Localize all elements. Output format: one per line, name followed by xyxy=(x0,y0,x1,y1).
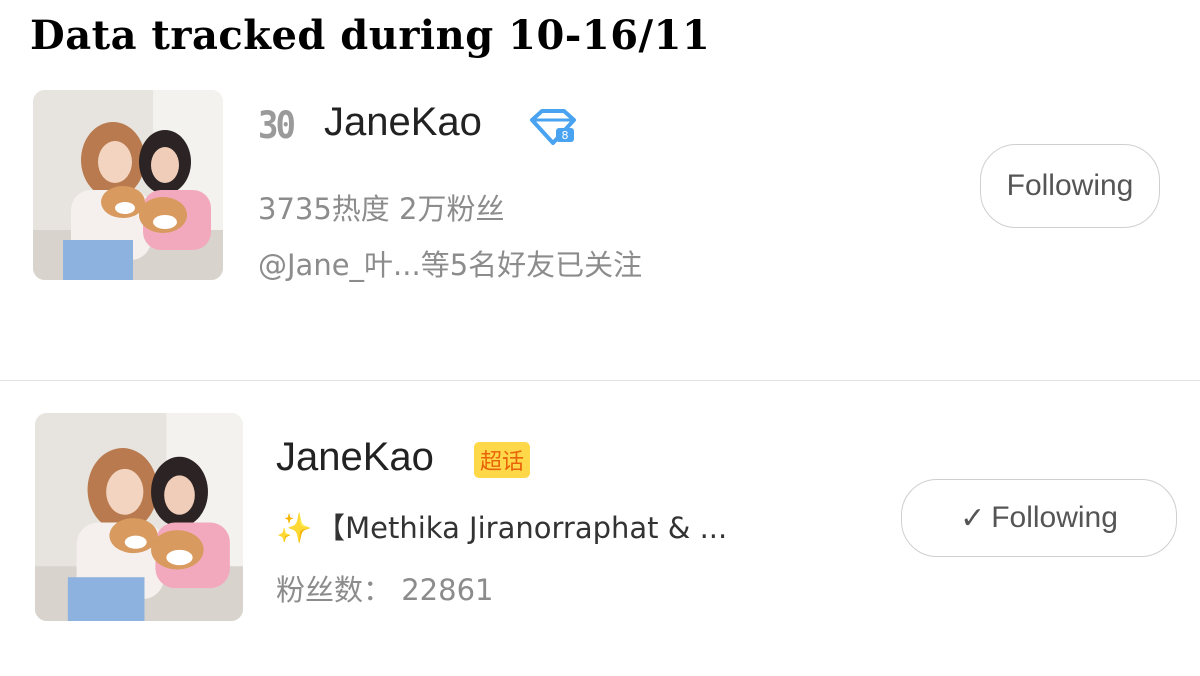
rank-number: 30 xyxy=(258,104,296,148)
supertopic-name[interactable]: JaneKao xyxy=(276,435,434,480)
profile-card-user[interactable]: 30 JaneKao 8 3735热度 2万粉丝 @Jane_叶...等5名好友… xyxy=(0,80,1200,380)
heat-followers-stats: 3735热度 2万粉丝 xyxy=(258,192,505,226)
following-button-label: Following xyxy=(991,501,1118,534)
following-button-label: Following xyxy=(1006,169,1134,202)
description-text: 【Methika Jiranorraphat & ... xyxy=(316,511,728,545)
diamond-vip-icon: 8 xyxy=(530,109,576,145)
profile-card-supertopic[interactable]: JaneKao 超话 ✨ 【Methika Jiranorraphat & ...… xyxy=(0,380,1200,676)
avatar[interactable] xyxy=(35,413,243,621)
profile-name[interactable]: JaneKao xyxy=(324,100,482,145)
friends-following-note[interactable]: @Jane_叶...等5名好友已关注 xyxy=(258,242,642,284)
fan-count: 粉丝数： 22861 xyxy=(276,573,494,607)
checkmark-icon: ✓ xyxy=(960,501,986,535)
sparkle-icon: ✨ xyxy=(276,511,313,545)
supertopic-description: ✨ 【Methika Jiranorraphat & ... xyxy=(276,505,727,547)
page-heading: Data tracked during 10-16/11 xyxy=(30,12,711,59)
supertopic-badge: 超话 xyxy=(474,442,531,478)
following-button[interactable]: ✓ Following xyxy=(901,479,1177,557)
svg-text:8: 8 xyxy=(562,129,569,142)
avatar[interactable] xyxy=(33,90,223,280)
avatar-photo xyxy=(33,90,223,280)
avatar-photo xyxy=(35,413,243,621)
following-button[interactable]: Following xyxy=(980,144,1160,228)
